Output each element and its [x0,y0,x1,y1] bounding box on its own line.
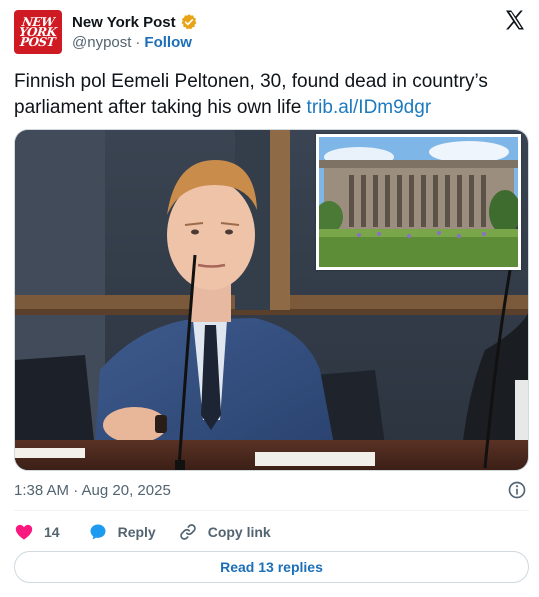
author-display-name[interactable]: New York Post [72,14,176,31]
copy-link-button[interactable]: Copy link [178,522,271,542]
reply-button[interactable]: Reply [88,522,156,542]
tweet-link[interactable]: trib.al/IDm9dgr [307,97,432,118]
copy-link-label: Copy link [207,524,271,540]
like-button[interactable]: 14 [14,522,60,542]
info-icon[interactable] [507,480,527,500]
divider [14,510,529,511]
link-icon [179,524,196,540]
action-bar: 14 Reply Copy link [14,520,293,544]
follow-button[interactable]: Follow [144,34,192,51]
tweet-timestamp[interactable]: 1:38 AM · Aug 20, 2025 [14,482,171,499]
tweet-text: Finnish pol Eemeli Peltonen, 30, found d… [14,69,526,121]
tweet-card: NEW YORK POST New York Post @nypost · Fo… [0,0,539,597]
x-logo-icon[interactable] [503,8,527,32]
author-name-row: New York Post [72,12,198,32]
avatar-line-3: POST [19,35,57,49]
read-replies-button[interactable]: Read 13 replies [14,551,529,583]
author-avatar[interactable]: NEW YORK POST [14,10,62,54]
reply-label: Reply [117,524,156,540]
heart-icon [15,524,33,540]
verified-badge-icon [181,14,197,30]
handle-separator: · [135,34,141,51]
author-handle-row: @nypost · Follow [72,34,192,51]
inset-parliament-building-image [316,134,521,270]
author-handle[interactable]: @nypost [72,34,131,51]
like-count: 14 [44,524,60,540]
reply-bubble-icon [90,524,106,540]
